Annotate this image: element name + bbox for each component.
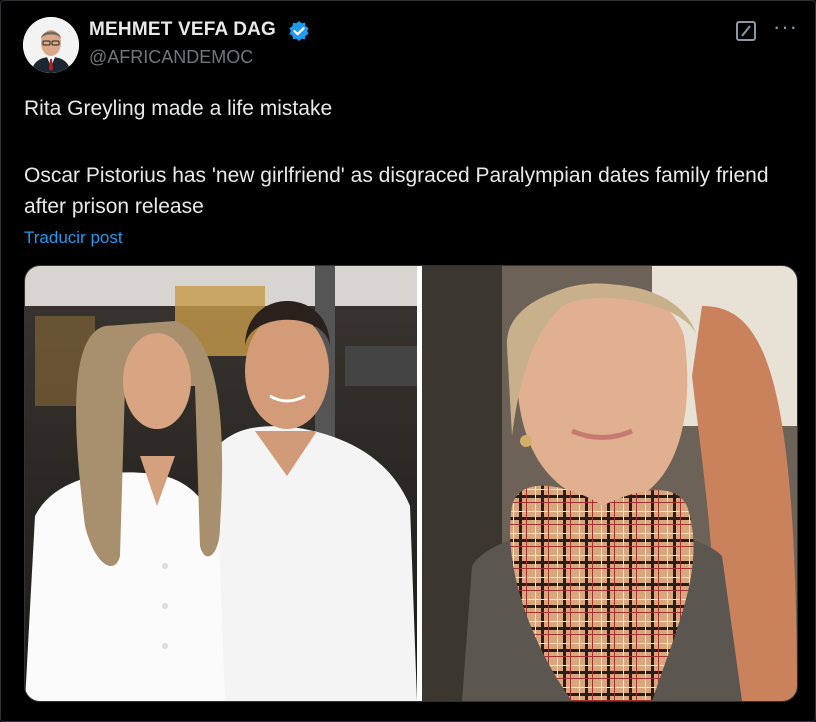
avatar[interactable] [23,17,79,73]
post-line-1: Rita Greyling made a life mistake [24,97,333,120]
tweet-card: MEHMET VEFA DAG @AFRICANDEMOC ··· Rita G… [0,0,816,722]
post-media[interactable] [24,265,798,702]
grok-icon[interactable] [736,21,756,41]
author-handle[interactable]: @AFRICANDEMOC [89,47,253,68]
photo-couple[interactable] [25,266,417,701]
author-name[interactable]: MEHMET VEFA DAG [89,19,276,41]
post-text: Rita Greyling made a life mistake Oscar … [24,93,784,222]
translate-link[interactable]: Traducir post [24,228,123,248]
post-line-2: Oscar Pistorius has 'new girlfriend' as … [24,164,769,218]
more-options-icon[interactable]: ··· [773,16,798,38]
verified-badge-icon [289,21,309,41]
photo-woman-scarf[interactable] [422,266,797,701]
